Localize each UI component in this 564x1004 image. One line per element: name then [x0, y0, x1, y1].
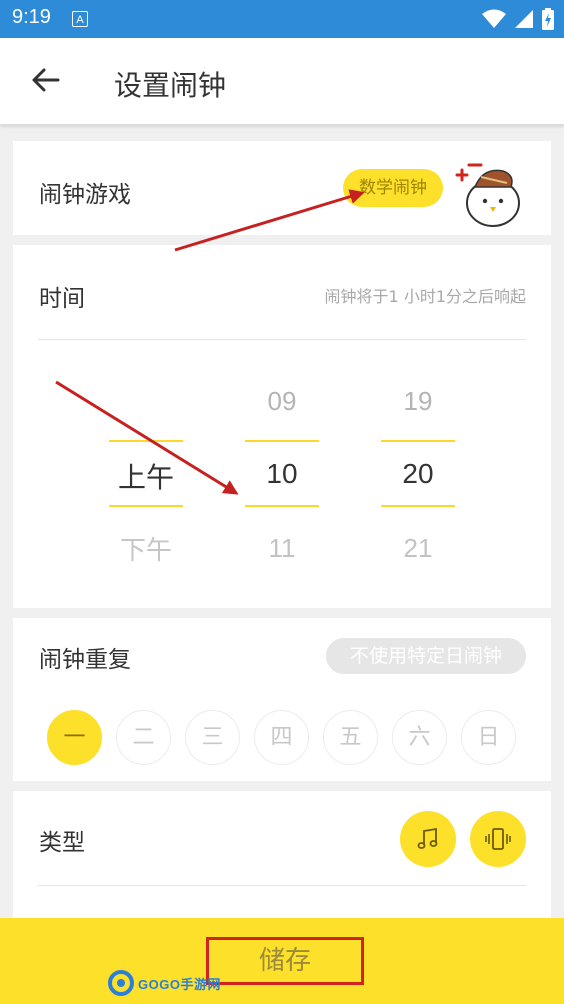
- signal-icon: [515, 10, 533, 28]
- time-hint: 闹钟将于1 小时1分之后响起: [324, 287, 526, 306]
- alarm-game-label: 闹钟游戏: [39, 182, 131, 208]
- selection-line: [109, 440, 183, 442]
- minute-selected[interactable]: 20: [381, 458, 455, 490]
- ampm-selected[interactable]: 上午: [109, 456, 183, 496]
- day-tuesday[interactable]: 二: [116, 710, 171, 765]
- watermark-text: GOGO手游网: [138, 976, 221, 992]
- notification-icon: A: [72, 11, 88, 27]
- selection-line: [381, 440, 455, 442]
- type-label: 类型: [39, 830, 85, 856]
- arrow-left-icon: [32, 68, 60, 92]
- time-card: 时间 闹钟将于1 小时1分之后响起 上午 下午 09 10 11 19 20 2…: [13, 245, 551, 608]
- divider: [38, 885, 526, 886]
- repeat-label: 闹钟重复: [39, 647, 131, 673]
- day-sunday[interactable]: 日: [461, 710, 516, 765]
- vibrate-type-button[interactable]: [470, 811, 526, 867]
- app-bar: 设置闹钟: [0, 38, 564, 125]
- watermark: GOGO手游网: [108, 968, 221, 998]
- battery-icon: [542, 8, 554, 30]
- ampm-next[interactable]: 下午: [109, 530, 183, 567]
- game-type-pill[interactable]: 数学闹钟: [343, 169, 443, 207]
- type-card: 类型: [13, 791, 551, 931]
- chick-mascot-icon: [455, 163, 520, 227]
- selection-line: [381, 505, 455, 507]
- day-friday[interactable]: 五: [323, 710, 378, 765]
- repeat-card: 闹钟重复 不使用特定日闹钟 一 二 三 四 五 六 日: [13, 618, 551, 781]
- minute-next[interactable]: 21: [381, 533, 455, 564]
- status-time: 9:19: [12, 6, 51, 28]
- hour-prev[interactable]: 09: [245, 386, 319, 417]
- day-thursday[interactable]: 四: [254, 710, 309, 765]
- alarm-game-card[interactable]: 闹钟游戏 数学闹钟: [13, 141, 551, 235]
- selection-line: [109, 505, 183, 507]
- repeat-mode-pill[interactable]: 不使用特定日闹钟: [326, 638, 526, 674]
- hour-next[interactable]: 11: [245, 533, 319, 564]
- bottom-bar: 储存 GOGO手游网: [0, 918, 564, 1004]
- hour-selected[interactable]: 10: [245, 458, 319, 490]
- selection-line: [245, 440, 319, 442]
- selection-line: [245, 505, 319, 507]
- status-icons: [482, 8, 554, 30]
- status-bar: 9:19 A: [0, 0, 564, 38]
- day-saturday[interactable]: 六: [392, 710, 447, 765]
- save-button[interactable]: 储存: [206, 937, 364, 985]
- divider: [38, 339, 526, 340]
- phone-vibrate-icon: [485, 828, 511, 850]
- day-wednesday[interactable]: 三: [185, 710, 240, 765]
- page-title: 设置闹钟: [114, 69, 227, 102]
- sound-type-button[interactable]: [400, 811, 456, 867]
- music-note-icon: [417, 827, 438, 849]
- day-monday[interactable]: 一: [47, 710, 102, 765]
- gogo-logo-icon: [108, 970, 134, 996]
- wifi-icon: [482, 9, 506, 28]
- back-button[interactable]: [26, 60, 66, 100]
- minute-prev[interactable]: 19: [381, 386, 455, 417]
- time-label: 时间: [39, 286, 85, 312]
